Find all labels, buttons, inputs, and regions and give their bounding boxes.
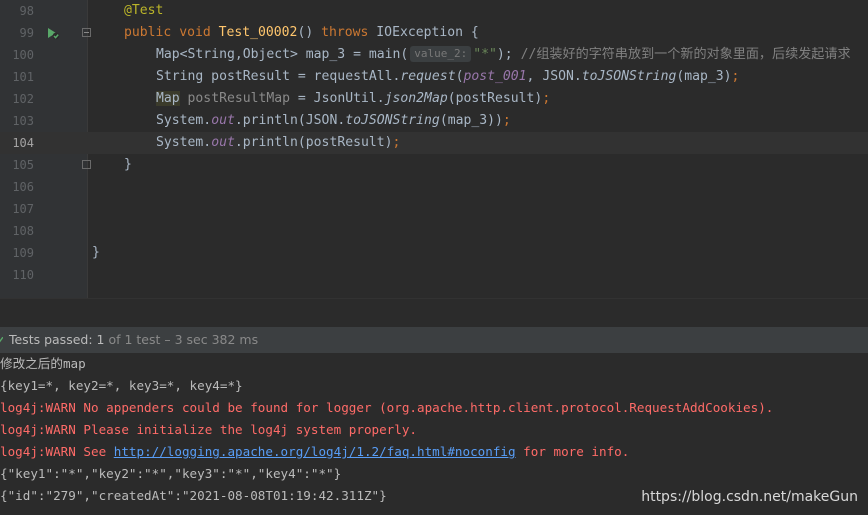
code-line-102[interactable]: 102 Map postResultMap = JsonUtil.json2Ma… bbox=[0, 88, 868, 110]
code-line-108[interactable]: 108 bbox=[0, 220, 868, 242]
code-comment: //组装好的字符串放到一个新的对象里面，后续发起请求 bbox=[520, 47, 851, 62]
code-text: System.out.println(JSON.toJSONString(map… bbox=[156, 113, 511, 128]
console-line: {"key1":"*","key2":"*","key3":"*","key4"… bbox=[0, 466, 342, 481]
code-line-110[interactable]: 110 bbox=[0, 264, 868, 286]
line-number: 106 bbox=[12, 180, 34, 194]
line-number: 99 bbox=[19, 26, 34, 40]
code-text: public void Test_00002() throws IOExcept… bbox=[124, 25, 479, 40]
code-line-103[interactable]: 103 System.out.println(JSON.toJSONString… bbox=[0, 110, 868, 132]
console-line: 修改之后的map bbox=[0, 356, 86, 371]
line-number: 102 bbox=[12, 92, 34, 106]
console-line: {"id":"279","createdAt":"2021-08-08T01:1… bbox=[0, 488, 387, 503]
code-text: } bbox=[92, 245, 100, 260]
parameter-hint: value_2: bbox=[410, 46, 472, 62]
line-number: 100 bbox=[12, 48, 34, 62]
console-line: {key1=*, key2=*, key3=*, key4=*} bbox=[0, 378, 243, 393]
console-warn-line: log4j:WARN See http://logging.apache.org… bbox=[0, 444, 630, 459]
code-line-104[interactable]: 104 System.out.println(postResult); bbox=[0, 132, 868, 154]
code-text: String postResult = requestAll.request(p… bbox=[156, 69, 740, 84]
code-line-101[interactable]: 101 String postResult = requestAll.reque… bbox=[0, 66, 868, 88]
test-status-label: Tests passed: bbox=[8, 332, 97, 347]
code-line-109[interactable]: 109 } bbox=[0, 242, 868, 264]
code-editor[interactable]: 98 @Test 99 public void Test_00002() thr… bbox=[0, 0, 868, 298]
test-status-bar: Tests passed: 1 of 1 test – 3 sec 382 ms bbox=[0, 327, 868, 354]
code-line-98[interactable]: 98 @Test bbox=[0, 0, 868, 22]
fold-icon[interactable] bbox=[82, 28, 91, 37]
console-warn-line: log4j:WARN Please initialize the log4j s… bbox=[0, 422, 418, 437]
code-text: } bbox=[124, 157, 132, 172]
line-number: 108 bbox=[12, 224, 34, 238]
run-test-icon[interactable] bbox=[45, 26, 61, 40]
panel-divider[interactable] bbox=[0, 298, 868, 328]
fold-end-icon[interactable] bbox=[82, 160, 91, 169]
line-number: 98 bbox=[19, 4, 34, 18]
code-text: System.out.println(postResult); bbox=[156, 135, 401, 150]
line-number: 104 bbox=[12, 136, 34, 150]
code-text: Map<String,Object> map_3 = main(value_2:… bbox=[156, 46, 851, 62]
log4j-faq-link[interactable]: http://logging.apache.org/log4j/1.2/faq.… bbox=[114, 444, 516, 459]
test-passed-icon bbox=[0, 337, 3, 343]
method-name: Test_00002 bbox=[218, 25, 298, 40]
line-number: 105 bbox=[12, 158, 34, 172]
line-number: 110 bbox=[12, 268, 34, 282]
line-number: 101 bbox=[12, 70, 34, 84]
line-number: 109 bbox=[12, 246, 34, 260]
code-line-105[interactable]: 105 } bbox=[0, 154, 868, 176]
code-line-100[interactable]: 100 Map<String,Object> map_3 = main(valu… bbox=[0, 44, 868, 66]
test-status-detail: of 1 test – 3 sec 382 ms bbox=[104, 332, 259, 347]
console-warn-line: log4j:WARN No appenders could be found f… bbox=[0, 400, 774, 415]
line-number: 103 bbox=[12, 114, 34, 128]
code-line-99[interactable]: 99 public void Test_00002() throws IOExc… bbox=[0, 22, 868, 44]
code-line-107[interactable]: 107 bbox=[0, 198, 868, 220]
watermark: https://blog.csdn.net/makeGun bbox=[641, 489, 858, 505]
line-number: 107 bbox=[12, 202, 34, 216]
code-text: Map postResultMap = JsonUtil.json2Map(po… bbox=[156, 91, 551, 106]
code-line-106[interactable]: 106 bbox=[0, 176, 868, 198]
code-text: @Test bbox=[124, 0, 163, 22]
annotation-test: @Test bbox=[124, 3, 164, 18]
